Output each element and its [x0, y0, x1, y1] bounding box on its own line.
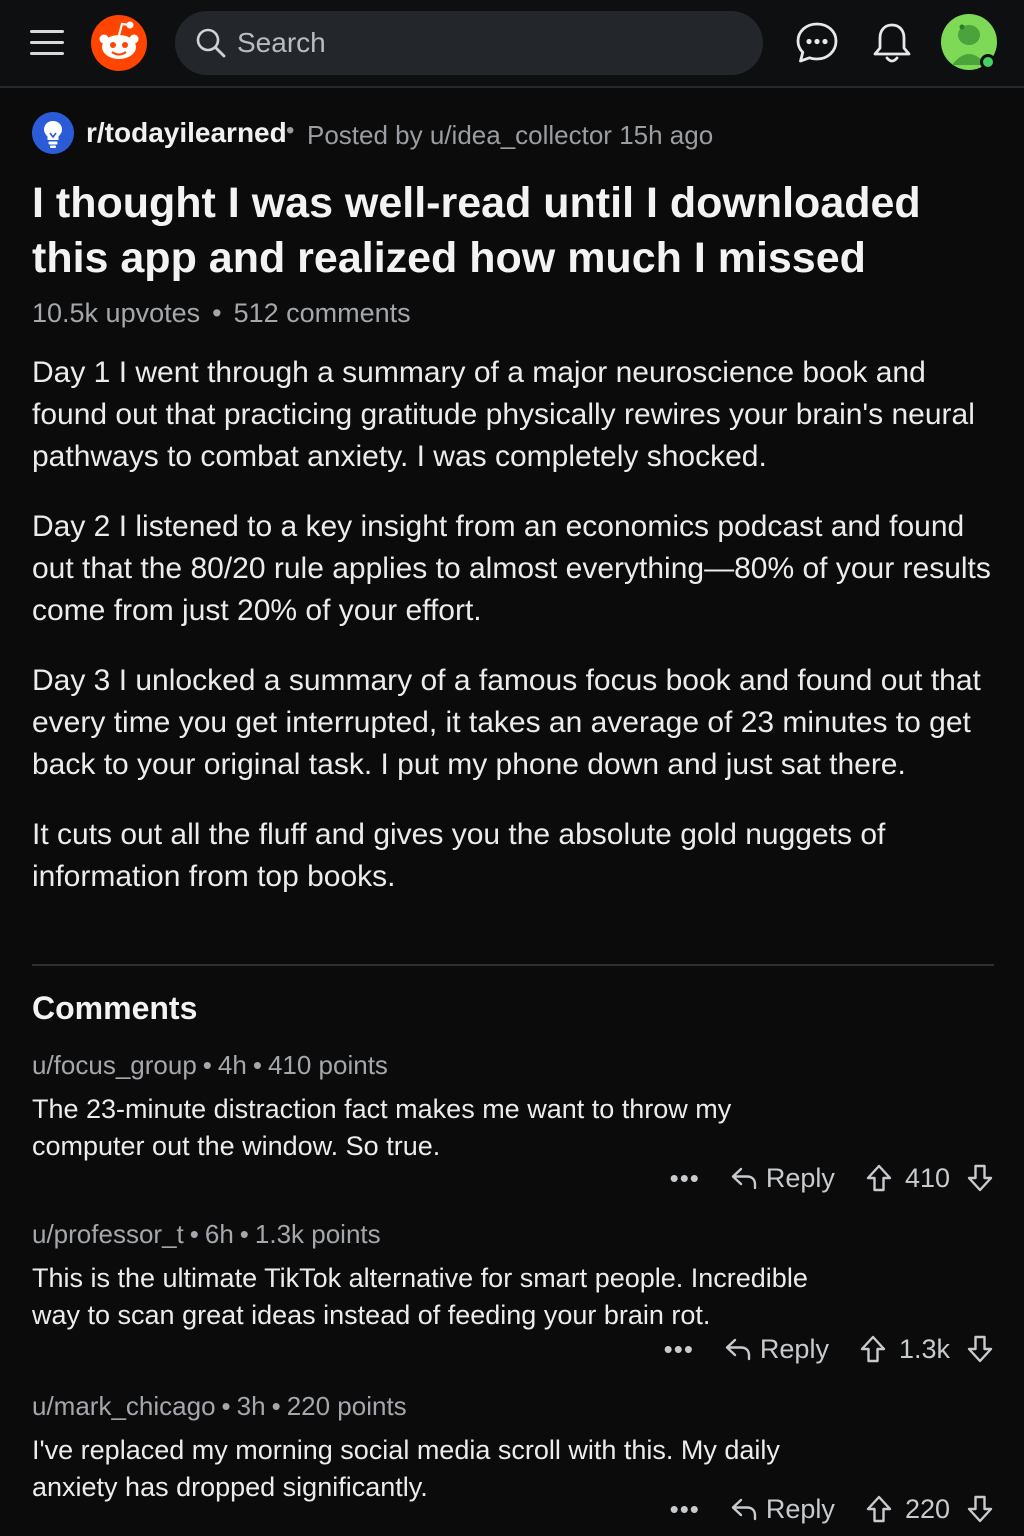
more-options-button[interactable]: •••	[664, 1334, 694, 1365]
comment: u/focus_group • 4h • 410 points The 23-minut…	[32, 1050, 994, 1193]
comment-text: This is the ultimate TikTok alternative …	[32, 1263, 808, 1330]
post-paragraph: Day 3 I unlocked a summary of a famous f…	[32, 664, 981, 781]
reply-icon[interactable]	[724, 1335, 752, 1363]
reply-button[interactable]: Reply	[766, 1494, 835, 1525]
comment-age: 4h	[217, 1050, 247, 1080]
stats-separator: •	[212, 298, 222, 328]
meta-separator: •	[286, 117, 295, 144]
bell-icon[interactable]	[870, 20, 914, 66]
online-status-dot	[980, 54, 996, 70]
search-bar[interactable]	[175, 11, 763, 75]
upvote-icon[interactable]	[865, 1494, 893, 1524]
comment-author[interactable]: u/mark_chicago	[32, 1391, 216, 1421]
post-stats: 10.5k upvotes • 512 comments	[32, 298, 411, 329]
reply-icon[interactable]	[730, 1164, 758, 1192]
comment-author[interactable]: u/focus_group	[32, 1050, 197, 1080]
search-input[interactable]	[237, 21, 737, 65]
upvote-icon[interactable]	[865, 1163, 893, 1193]
chat-icon[interactable]	[794, 20, 840, 66]
divider	[32, 964, 994, 966]
post-paragraph: Day 2 I listened to a key insight from a…	[32, 510, 991, 627]
comment-actions: ••• Reply 1.3k	[664, 1329, 994, 1369]
upvote-icon[interactable]	[859, 1334, 887, 1364]
upvote-count: 10.5k upvotes	[32, 298, 201, 328]
comment-points: 220 points	[286, 1391, 407, 1421]
comment: u/professor_t • 6h • 1.3k points This is the…	[32, 1219, 994, 1364]
more-options-button[interactable]: •••	[670, 1494, 700, 1525]
reply-button[interactable]: Reply	[760, 1334, 829, 1365]
comment-meta: u/focus_group • 4h • 410 points	[32, 1050, 388, 1080]
comment-actions: ••• Reply 410	[670, 1158, 994, 1198]
comment-actions: ••• Reply 220	[670, 1489, 994, 1529]
lightbulb-icon[interactable]	[32, 112, 74, 154]
reddit-logo-icon[interactable]	[90, 14, 148, 72]
subreddit-name[interactable]: r/todayilearned	[86, 117, 287, 149]
downvote-icon[interactable]	[966, 1163, 994, 1193]
comment-age: 6h	[204, 1219, 234, 1249]
menu-icon[interactable]	[28, 26, 66, 60]
comment-score: 220	[904, 1493, 950, 1524]
downvote-icon[interactable]	[966, 1334, 994, 1364]
post-paragraph: Day 1 I went through a summary of a majo…	[32, 356, 975, 473]
reply-button[interactable]: Reply	[766, 1163, 835, 1194]
post-body: Day 1 I went through a summary of a majo…	[32, 352, 994, 926]
comment-score: 1.3k	[898, 1333, 950, 1364]
comment-meta: u/mark_chicago • 3h • 220 points	[32, 1391, 407, 1421]
post-title[interactable]: I thought I was well-read until I downlo…	[32, 176, 994, 286]
post-meta: r/todayilearned • Posted by u/idea_colle…	[32, 110, 994, 156]
comment: u/mark_chicago • 3h • 220 points I've replac…	[32, 1391, 994, 1524]
comment-points: 1.3k points	[254, 1219, 381, 1249]
comment-score: 410	[904, 1162, 950, 1193]
reply-icon[interactable]	[730, 1495, 758, 1523]
search-icon	[196, 28, 226, 58]
comment-meta: u/professor_t • 6h • 1.3k points	[32, 1219, 381, 1249]
comment-author[interactable]: u/professor_t	[32, 1219, 184, 1249]
comment-text: The 23-minute distraction fact makes me …	[32, 1094, 732, 1161]
comments-heading: Comments	[32, 990, 198, 1026]
post-paragraph: It cuts out all the fluff and gives you …	[32, 818, 886, 893]
comment-age: 3h	[236, 1391, 266, 1421]
comment-count[interactable]: 512 comments	[234, 298, 411, 329]
more-options-button[interactable]: •••	[670, 1163, 700, 1194]
comment-points: 410 points	[267, 1050, 388, 1080]
top-bar	[0, 0, 1024, 88]
downvote-icon[interactable]	[966, 1494, 994, 1524]
posted-by: Posted by u/idea_collector 15h ago	[307, 120, 714, 150]
